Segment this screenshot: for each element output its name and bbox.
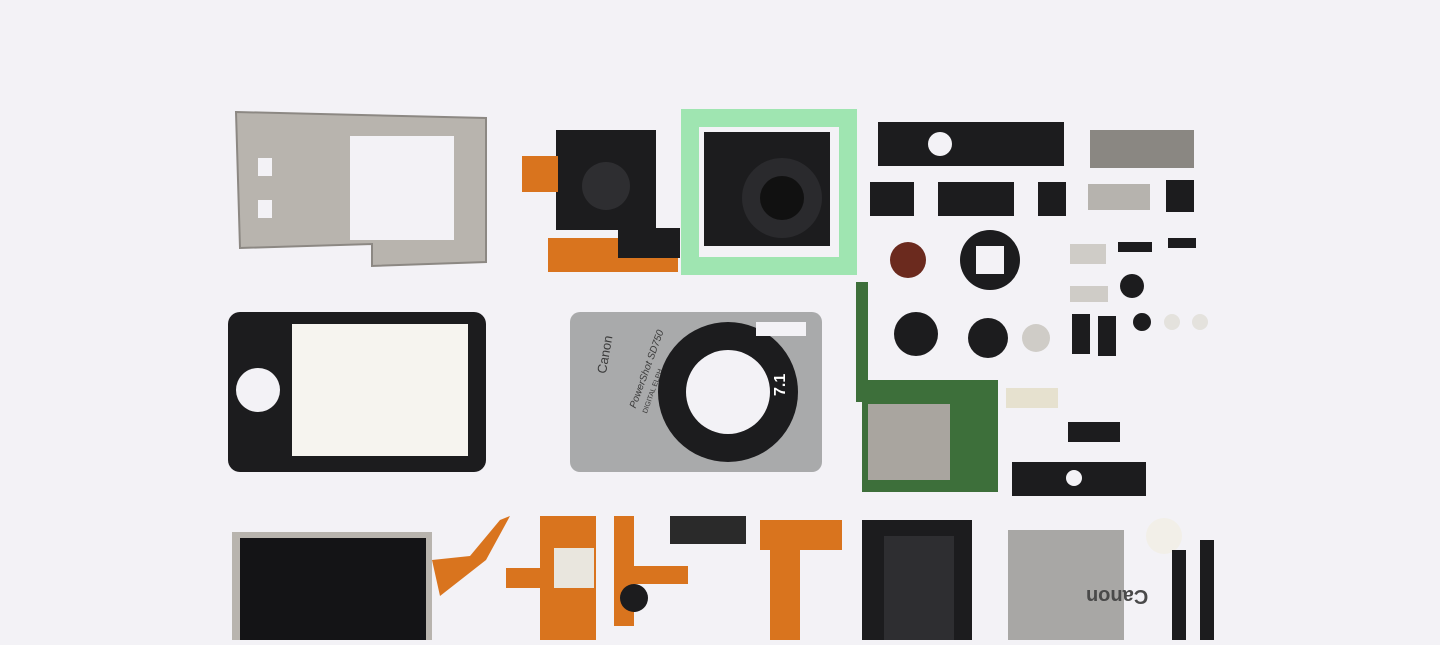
battery-compartment xyxy=(862,520,972,640)
metal-frame xyxy=(234,110,487,268)
main-pcb xyxy=(856,282,1008,492)
disassembled-camera-photo: Canon PowerShot SD750 DIGITAL ELPH 7.1 C… xyxy=(0,0,1440,640)
lcd-window-frame xyxy=(228,312,486,472)
lens-badge-text: 7.1 xyxy=(772,373,789,396)
small-parts-top xyxy=(870,122,1196,302)
small-parts-middle xyxy=(1006,313,1208,496)
parts-layout xyxy=(228,109,1214,640)
lens-mechanism xyxy=(522,130,680,272)
flex-cables xyxy=(506,516,842,640)
lens-block-taped xyxy=(681,109,857,275)
small-parts-bottom xyxy=(1146,518,1214,640)
battery-brand-text: Canon xyxy=(1086,585,1149,607)
lcd-panel xyxy=(232,516,510,640)
